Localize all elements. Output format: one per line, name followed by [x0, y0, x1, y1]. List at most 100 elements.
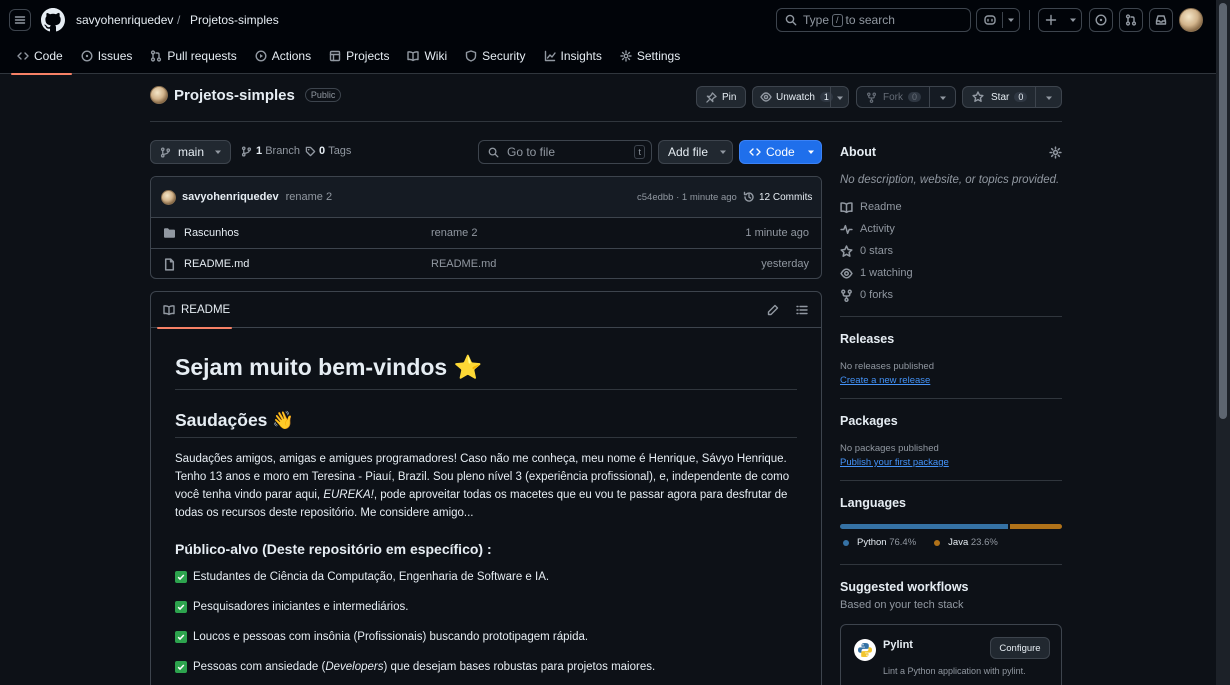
tab-label: Issues: [97, 49, 133, 63]
configure-button[interactable]: Configure: [990, 637, 1050, 659]
tags-link[interactable]: 0 Tags: [305, 145, 351, 157]
language-python[interactable]: Python 76.4%: [840, 537, 916, 548]
file-commit-message[interactable]: rename 2: [431, 227, 477, 239]
scrollbar-thumb[interactable]: [1219, 3, 1227, 419]
create-release-link[interactable]: Create a new release: [840, 375, 1062, 386]
tags-label: Tags: [328, 145, 352, 157]
search-suffix: to search: [845, 13, 895, 27]
fork-icon: [841, 289, 852, 302]
file-row-readme[interactable]: README.md README.md yesterday: [151, 248, 821, 278]
star-button[interactable]: Star 0: [962, 86, 1062, 108]
repo-nav: Code Issues Pull requests Actions Projec…: [8, 46, 689, 75]
breadcrumb-separator: /: [177, 13, 181, 27]
file-name[interactable]: Rascunhos: [184, 227, 239, 239]
branch-icon: [241, 145, 252, 157]
forks-link[interactable]: 0 forks: [840, 284, 1062, 306]
branch-icon: [160, 146, 171, 158]
graph-icon: [544, 50, 556, 62]
tags-count: 0: [319, 145, 326, 157]
book-icon: [407, 51, 420, 62]
repo-name[interactable]: Projetos-simples: [174, 87, 295, 104]
go-to-file-placeholder: Go to file: [507, 145, 556, 159]
fork-button[interactable]: Fork 0: [856, 86, 956, 108]
pin-icon: [706, 91, 717, 103]
copilot-button[interactable]: [976, 8, 1020, 32]
menu-button[interactable]: [9, 9, 31, 31]
tab-issues[interactable]: Issues: [72, 46, 142, 74]
create-new-button[interactable]: [1038, 8, 1082, 32]
stars-link[interactable]: 0 stars: [840, 240, 1062, 262]
about-link-label: 0 stars: [860, 245, 894, 257]
page-scrollbar[interactable]: [1216, 0, 1230, 685]
breadcrumb-repo[interactable]: Projetos-simples: [190, 13, 279, 27]
readme-tab[interactable]: README: [157, 292, 232, 329]
pin-button[interactable]: Pin: [696, 86, 746, 108]
tab-code[interactable]: Code: [8, 46, 72, 75]
commit-message[interactable]: rename 2: [286, 191, 332, 203]
commit-hash-time[interactable]: c54edbb · 1 minute ago: [637, 192, 737, 203]
eye-icon: [840, 267, 853, 279]
releases-title[interactable]: Releases: [840, 332, 1062, 346]
user-avatar[interactable]: [1179, 8, 1203, 32]
commit-author[interactable]: savyohenriquedev: [182, 191, 279, 203]
about-link-label: Activity: [860, 223, 895, 235]
tab-wiki[interactable]: Wiki: [398, 46, 456, 74]
file-row-rascunhos[interactable]: Rascunhos rename 2 1 minute ago: [151, 217, 821, 248]
unwatch-label: Unwatch: [776, 91, 815, 103]
file-browser: savyohenriquedev rename 2 c54edbb · 1 mi…: [150, 176, 822, 279]
pull-request-icon: [1125, 14, 1137, 26]
pin-label: Pin: [722, 91, 737, 103]
tab-projects[interactable]: Projects: [320, 46, 398, 74]
list-item-text: Estudantes de Ciência da Computação, Eng…: [193, 571, 550, 583]
branches-link[interactable]: 1 Branch: [241, 145, 300, 157]
tab-security[interactable]: Security: [456, 46, 534, 74]
language-bar: [840, 524, 1062, 529]
branch-selector[interactable]: main: [150, 140, 231, 164]
go-to-file-input[interactable]: Go to file t: [478, 140, 652, 164]
pull-requests-button[interactable]: [1119, 8, 1143, 32]
list-item-text: Loucos e pessoas com insônia (Profission…: [193, 631, 589, 643]
issue-icon: [1095, 14, 1107, 26]
divider: [150, 121, 1062, 122]
chevron-down-icon[interactable]: [939, 94, 947, 102]
file-commit-message[interactable]: README.md: [431, 258, 496, 270]
star-count: 0: [1014, 92, 1028, 102]
pencil-icon[interactable]: [767, 304, 779, 316]
search-icon: [785, 14, 797, 26]
language-java[interactable]: Java 23.6%: [934, 537, 998, 548]
list-item: Pessoas com ansiedade (Developers) que d…: [175, 661, 655, 673]
tab-pull-requests[interactable]: Pull requests: [141, 46, 245, 74]
file-name[interactable]: README.md: [184, 258, 249, 270]
unwatch-button[interactable]: Unwatch 1: [752, 86, 849, 108]
list-outline-icon[interactable]: [796, 304, 808, 316]
tab-label: Insights: [560, 49, 602, 63]
github-logo[interactable]: [41, 8, 65, 32]
packages-title[interactable]: Packages: [840, 414, 1062, 428]
global-search-input[interactable]: Type / to search: [776, 8, 971, 32]
add-file-button[interactable]: Add file: [658, 140, 733, 164]
activity-link[interactable]: Activity: [840, 218, 1062, 240]
issues-button[interactable]: [1089, 8, 1113, 32]
list-item-text: Pesquisadores iniciantes e intermediário…: [193, 601, 409, 613]
fork-icon: [866, 92, 877, 103]
language-percent: 76.4%: [889, 537, 917, 548]
language-legend: Python 76.4% Java 23.6%: [840, 537, 1062, 548]
chevron-down-icon[interactable]: [836, 94, 844, 102]
breadcrumb-owner[interactable]: savyohenriquedev: [76, 13, 173, 27]
inbox-button[interactable]: [1149, 8, 1173, 32]
commits-link[interactable]: 12 Commits: [743, 191, 812, 203]
divider: [840, 316, 1062, 317]
chevron-down-icon[interactable]: [1045, 94, 1053, 102]
tab-label: Pull requests: [167, 49, 237, 63]
workflow-name: Pylint: [883, 639, 913, 651]
gear-icon[interactable]: [1049, 146, 1062, 159]
publish-package-link[interactable]: Publish your first package: [840, 457, 1062, 468]
tab-actions[interactable]: Actions: [246, 46, 320, 74]
code-button[interactable]: Code: [739, 140, 822, 164]
watching-link[interactable]: 1 watching: [840, 262, 1062, 284]
tab-insights[interactable]: Insights: [535, 46, 611, 74]
readme-link[interactable]: Readme: [840, 196, 1062, 218]
header-divider: [1029, 10, 1030, 30]
tab-settings[interactable]: Settings: [611, 46, 689, 74]
chevron-down-icon: [1008, 18, 1014, 22]
